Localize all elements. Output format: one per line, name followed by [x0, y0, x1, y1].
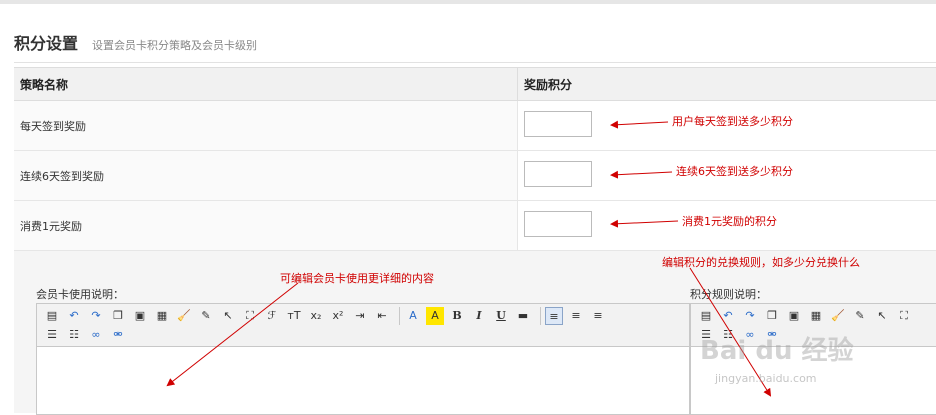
arrow-streak [610, 170, 673, 179]
arrow-spend [610, 219, 679, 228]
arrow-editor-left [166, 282, 299, 387]
arrow-daily [610, 120, 669, 129]
baidu-watermark-url: jingyan.baidu.com [715, 372, 817, 385]
baidu-watermark: Bai du 经验 [700, 336, 854, 366]
